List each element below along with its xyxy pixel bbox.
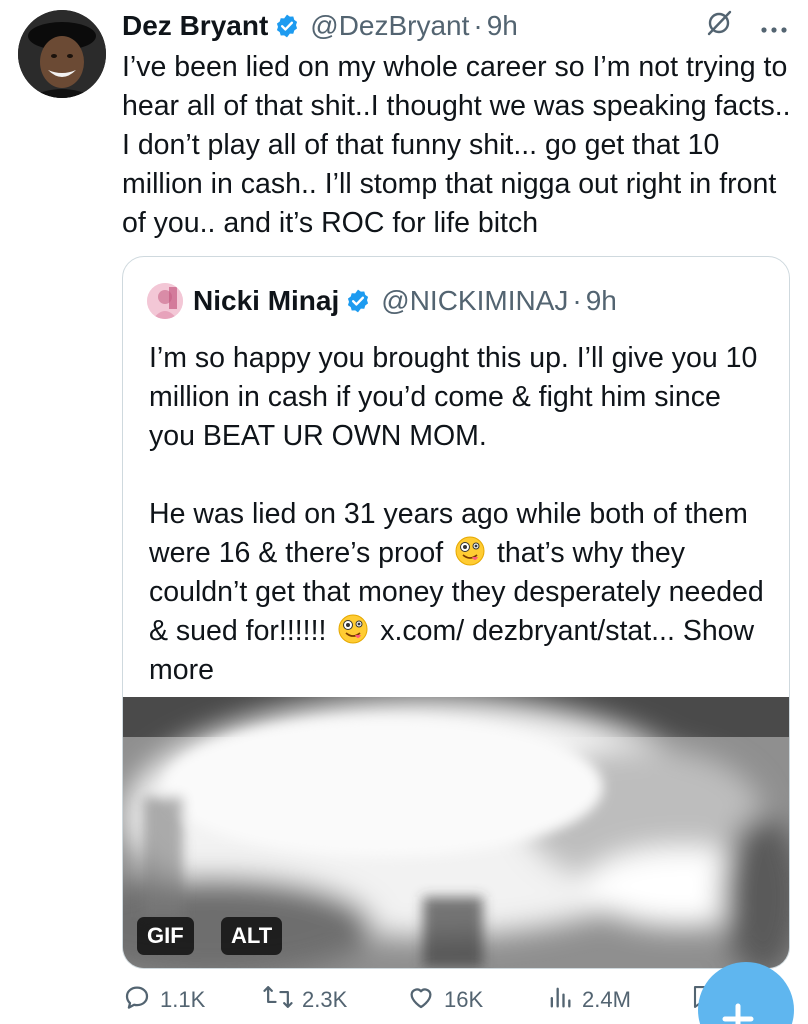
quoted-author-handle: @NICKIMINAJ	[381, 285, 569, 316]
separator-dot: ·	[473, 10, 483, 41]
quoted-text: I’m so happy you brought this up. I’ll g…	[149, 339, 769, 690]
views-count: 2.4M	[582, 987, 631, 1012]
reply-icon	[122, 982, 152, 1018]
views-icon	[546, 982, 574, 1018]
separator-dot: ·	[572, 285, 582, 316]
zany-face-emoji-icon	[338, 614, 368, 644]
author-handle[interactable]: @DezBryant	[310, 10, 469, 42]
verified-badge-icon	[274, 13, 300, 39]
tweet-actions: 1.1K 2.3K 16K 2.4M	[122, 982, 792, 1018]
like-count: 16K	[444, 987, 484, 1012]
quoted-author-name: Nicki Minaj	[193, 285, 340, 316]
views-button[interactable]: 2.4M	[546, 982, 631, 1018]
more-icon[interactable]	[760, 10, 788, 42]
like-icon	[406, 982, 436, 1018]
zany-face-emoji-icon	[455, 536, 485, 566]
alt-badge[interactable]: ALT	[221, 917, 283, 955]
quoted-avatar	[147, 283, 183, 319]
tweet-time[interactable]: 9h	[487, 10, 518, 42]
quoted-paragraph-2: He was lied on 31 years ago while both o…	[149, 495, 769, 690]
grok-icon[interactable]	[704, 8, 734, 45]
repost-button[interactable]: 2.3K	[262, 982, 347, 1018]
header-actions	[704, 8, 788, 44]
tweet-header: Dez Bryant @DezBryant · 9h	[122, 8, 788, 44]
compose-fab[interactable]	[698, 962, 794, 1024]
reply-button[interactable]: 1.1K	[122, 982, 205, 1018]
verified-badge-icon	[345, 288, 371, 314]
repost-icon	[262, 982, 294, 1018]
like-button[interactable]: 16K	[406, 982, 483, 1018]
author-name[interactable]: Dez Bryant	[122, 10, 268, 42]
quoted-paragraph-1: I’m so happy you brought this up. I’ll g…	[149, 342, 758, 452]
gif-badge: GIF	[137, 917, 194, 955]
tweet[interactable]: Dez Bryant @DezBryant · 9h I’ve been lie…	[0, 0, 808, 1024]
tweet-text: I’ve been lied on my whole career so I’m…	[122, 51, 791, 239]
compose-plus-icon	[722, 1003, 754, 1024]
author-avatar[interactable]	[18, 10, 106, 98]
quoted-time: 9h	[585, 285, 617, 316]
quoted-link[interactable]: x.com/ dezbryant/stat...	[380, 615, 675, 647]
quoted-media-gif[interactable]: GIF ALT	[123, 697, 789, 968]
repost-count: 2.3K	[302, 987, 348, 1012]
quoted-tweet[interactable]: Nicki Minaj @NICKIMINAJ · 9h I’m so happ…	[122, 256, 790, 969]
quoted-header: Nicki Minaj @NICKIMINAJ · 9h	[147, 281, 617, 321]
reply-count: 1.1K	[160, 987, 206, 1012]
